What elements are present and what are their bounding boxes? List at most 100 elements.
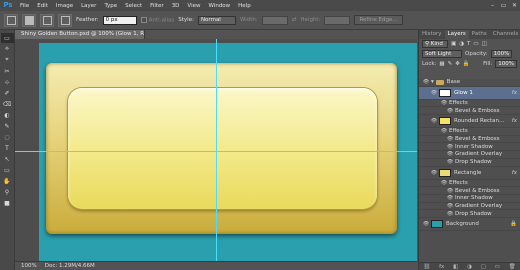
selection-mode-subtract[interactable]	[58, 13, 72, 27]
fx-icon[interactable]: fx	[512, 90, 517, 96]
menu-view[interactable]: View	[183, 3, 204, 9]
gradient-tool[interactable]: ◐	[1, 110, 14, 120]
effect-row[interactable]: 👁 Bevel & Emboss	[419, 187, 520, 195]
tab-layers[interactable]: Layers	[444, 30, 469, 39]
visibility-eye-icon[interactable]: 👁	[445, 159, 455, 165]
height-input[interactable]	[324, 15, 351, 25]
effect-row[interactable]: 👁 Gradient Overlay	[419, 151, 520, 159]
tab-paths[interactable]: Paths	[469, 30, 490, 39]
fx-icon[interactable]: fx	[512, 170, 517, 176]
menu-window[interactable]: Window	[204, 3, 234, 9]
filter-type-icon[interactable]: T	[467, 41, 470, 47]
layer-glow-1[interactable]: 👁 Glow 1 fx	[419, 86, 520, 100]
menu-help[interactable]: Help	[234, 3, 255, 9]
menu-file[interactable]: File	[16, 3, 33, 9]
layer-background[interactable]: 👁 Background 🔒	[419, 218, 520, 231]
brush-tool[interactable]: ✐	[1, 88, 14, 98]
blend-mode-select[interactable]: Soft Light	[422, 50, 462, 58]
kind-filter-select[interactable]: ⚲ Kind	[422, 40, 448, 48]
menu-filter[interactable]: Filter	[146, 3, 168, 9]
menu-edit[interactable]: Edit	[33, 3, 52, 9]
layer-rounded-rectangle[interactable]: 👁 Rounded Rectan... fx	[419, 115, 520, 129]
maximize-icon[interactable]: ▭	[498, 0, 509, 11]
lock-all-icon[interactable]: 🔒	[463, 61, 470, 67]
shape-tool[interactable]: ▭	[1, 165, 14, 175]
marquee-tool[interactable]: ▭	[0, 33, 14, 43]
lock-move-icon[interactable]: ✥	[455, 61, 460, 67]
swap-icon[interactable]: ⇄	[292, 17, 297, 23]
filter-smart-icon[interactable]: ◫	[482, 41, 487, 47]
visibility-eye-icon[interactable]: 👁	[429, 118, 439, 124]
effect-row[interactable]: 👁 Inner Shadow	[419, 195, 520, 203]
minimize-icon[interactable]: –	[487, 0, 498, 11]
visibility-eye-icon[interactable]: 👁	[445, 188, 455, 194]
color-swatch[interactable]: ■	[1, 198, 14, 208]
zoom-tool[interactable]: ⚲	[1, 187, 14, 197]
menu-image[interactable]: Image	[52, 3, 77, 9]
pen-tool[interactable]: ✎	[1, 121, 14, 131]
selection-mode-new[interactable]	[22, 13, 36, 27]
menu-3d[interactable]: 3D	[168, 3, 184, 9]
path-select-tool[interactable]: ↖	[1, 154, 14, 164]
width-input[interactable]	[261, 15, 288, 25]
new-group-icon[interactable]: ▢	[481, 264, 486, 270]
effects-row[interactable]: 👁 Effects	[419, 100, 520, 108]
add-mask-icon[interactable]: ◧	[453, 264, 458, 270]
layer-rectangle[interactable]: 👁 Rectangle fx	[419, 167, 520, 180]
visibility-eye-icon[interactable]: 👁	[429, 90, 439, 96]
tab-history[interactable]: History	[419, 30, 445, 39]
effect-row[interactable]: 👁 Drop Shadow	[419, 159, 520, 167]
effect-row[interactable]: 👁 Bevel & Emboss	[419, 136, 520, 144]
visibility-eye-icon[interactable]: 👁	[445, 144, 455, 150]
document-canvas[interactable]	[39, 43, 417, 261]
eyedropper-tool[interactable]: ⊹	[1, 77, 14, 87]
effect-row[interactable]: 👁 Bevel & Emboss	[419, 107, 520, 116]
effect-row[interactable]: 👁 Drop Shadow	[419, 210, 520, 218]
filter-shape-icon[interactable]: ▭	[473, 41, 478, 47]
effects-row[interactable]: 👁 Effects	[419, 128, 520, 136]
layer-group-base[interactable]: 👁 ▾ Base	[419, 79, 520, 87]
visibility-eye-icon[interactable]: 👁	[439, 180, 449, 186]
lock-paint-icon[interactable]: ✎	[448, 61, 453, 67]
antialias-checkbox[interactable]: Anti-alias	[140, 16, 174, 23]
close-icon[interactable]: ✕	[509, 0, 520, 11]
filter-adjust-icon[interactable]: ◑	[459, 41, 464, 47]
fill-input[interactable]: 100%	[495, 60, 517, 68]
canvas-area[interactable]	[15, 39, 417, 261]
opacity-input[interactable]: 100%	[490, 50, 513, 58]
crop-tool[interactable]: ✂	[1, 66, 14, 76]
add-style-icon[interactable]: fx	[439, 264, 444, 270]
type-tool[interactable]: T	[1, 143, 14, 153]
document-tab[interactable]: Shiny Golden Button.psd @ 100% (Glow 1, …	[15, 30, 145, 39]
effect-row[interactable]: 👁 Gradient Overlay	[419, 203, 520, 211]
dodge-tool[interactable]: ◌	[1, 132, 14, 142]
lasso-tool[interactable]: ⟡	[1, 44, 14, 54]
visibility-eye-icon[interactable]: 👁	[445, 203, 455, 209]
visibility-eye-icon[interactable]: 👁	[445, 108, 455, 114]
effects-row[interactable]: 👁 Effects	[419, 180, 520, 188]
visibility-eye-icon[interactable]: 👁	[429, 170, 439, 176]
visibility-eye-icon[interactable]: 👁	[439, 100, 449, 106]
feather-input[interactable]: 0 px	[102, 15, 137, 25]
tab-channels[interactable]: Channels	[490, 30, 520, 39]
visibility-eye-icon[interactable]: 👁	[445, 211, 455, 217]
visibility-eye-icon[interactable]: 👁	[439, 128, 449, 134]
effect-row[interactable]: 👁 Inner Shadow	[419, 143, 520, 152]
visibility-eye-icon[interactable]: 👁	[445, 195, 455, 201]
new-layer-icon[interactable]: ▭	[495, 264, 500, 270]
eraser-tool[interactable]: ⌫	[1, 99, 14, 109]
selection-mode-add[interactable]	[40, 13, 54, 27]
visibility-eye-icon[interactable]: 👁	[445, 136, 455, 142]
delete-layer-icon[interactable]: 🗑	[509, 264, 516, 270]
lock-transparent-icon[interactable]: ▦	[439, 61, 444, 67]
adjustment-layer-icon[interactable]: ◑	[467, 264, 472, 270]
filter-pixel-icon[interactable]: ▣	[451, 41, 456, 47]
visibility-eye-icon[interactable]: 👁	[421, 79, 431, 85]
zoom-level[interactable]: 100%	[21, 263, 37, 269]
disclosure-triangle-icon[interactable]: ▾	[431, 79, 434, 85]
visibility-eye-icon[interactable]: 👁	[445, 151, 455, 157]
link-layers-icon[interactable]: ⛓	[423, 264, 430, 270]
refine-edge-button[interactable]: Refine Edge...	[354, 15, 403, 25]
vertical-guide[interactable]	[216, 39, 217, 261]
hand-tool[interactable]: ✋	[1, 176, 14, 186]
